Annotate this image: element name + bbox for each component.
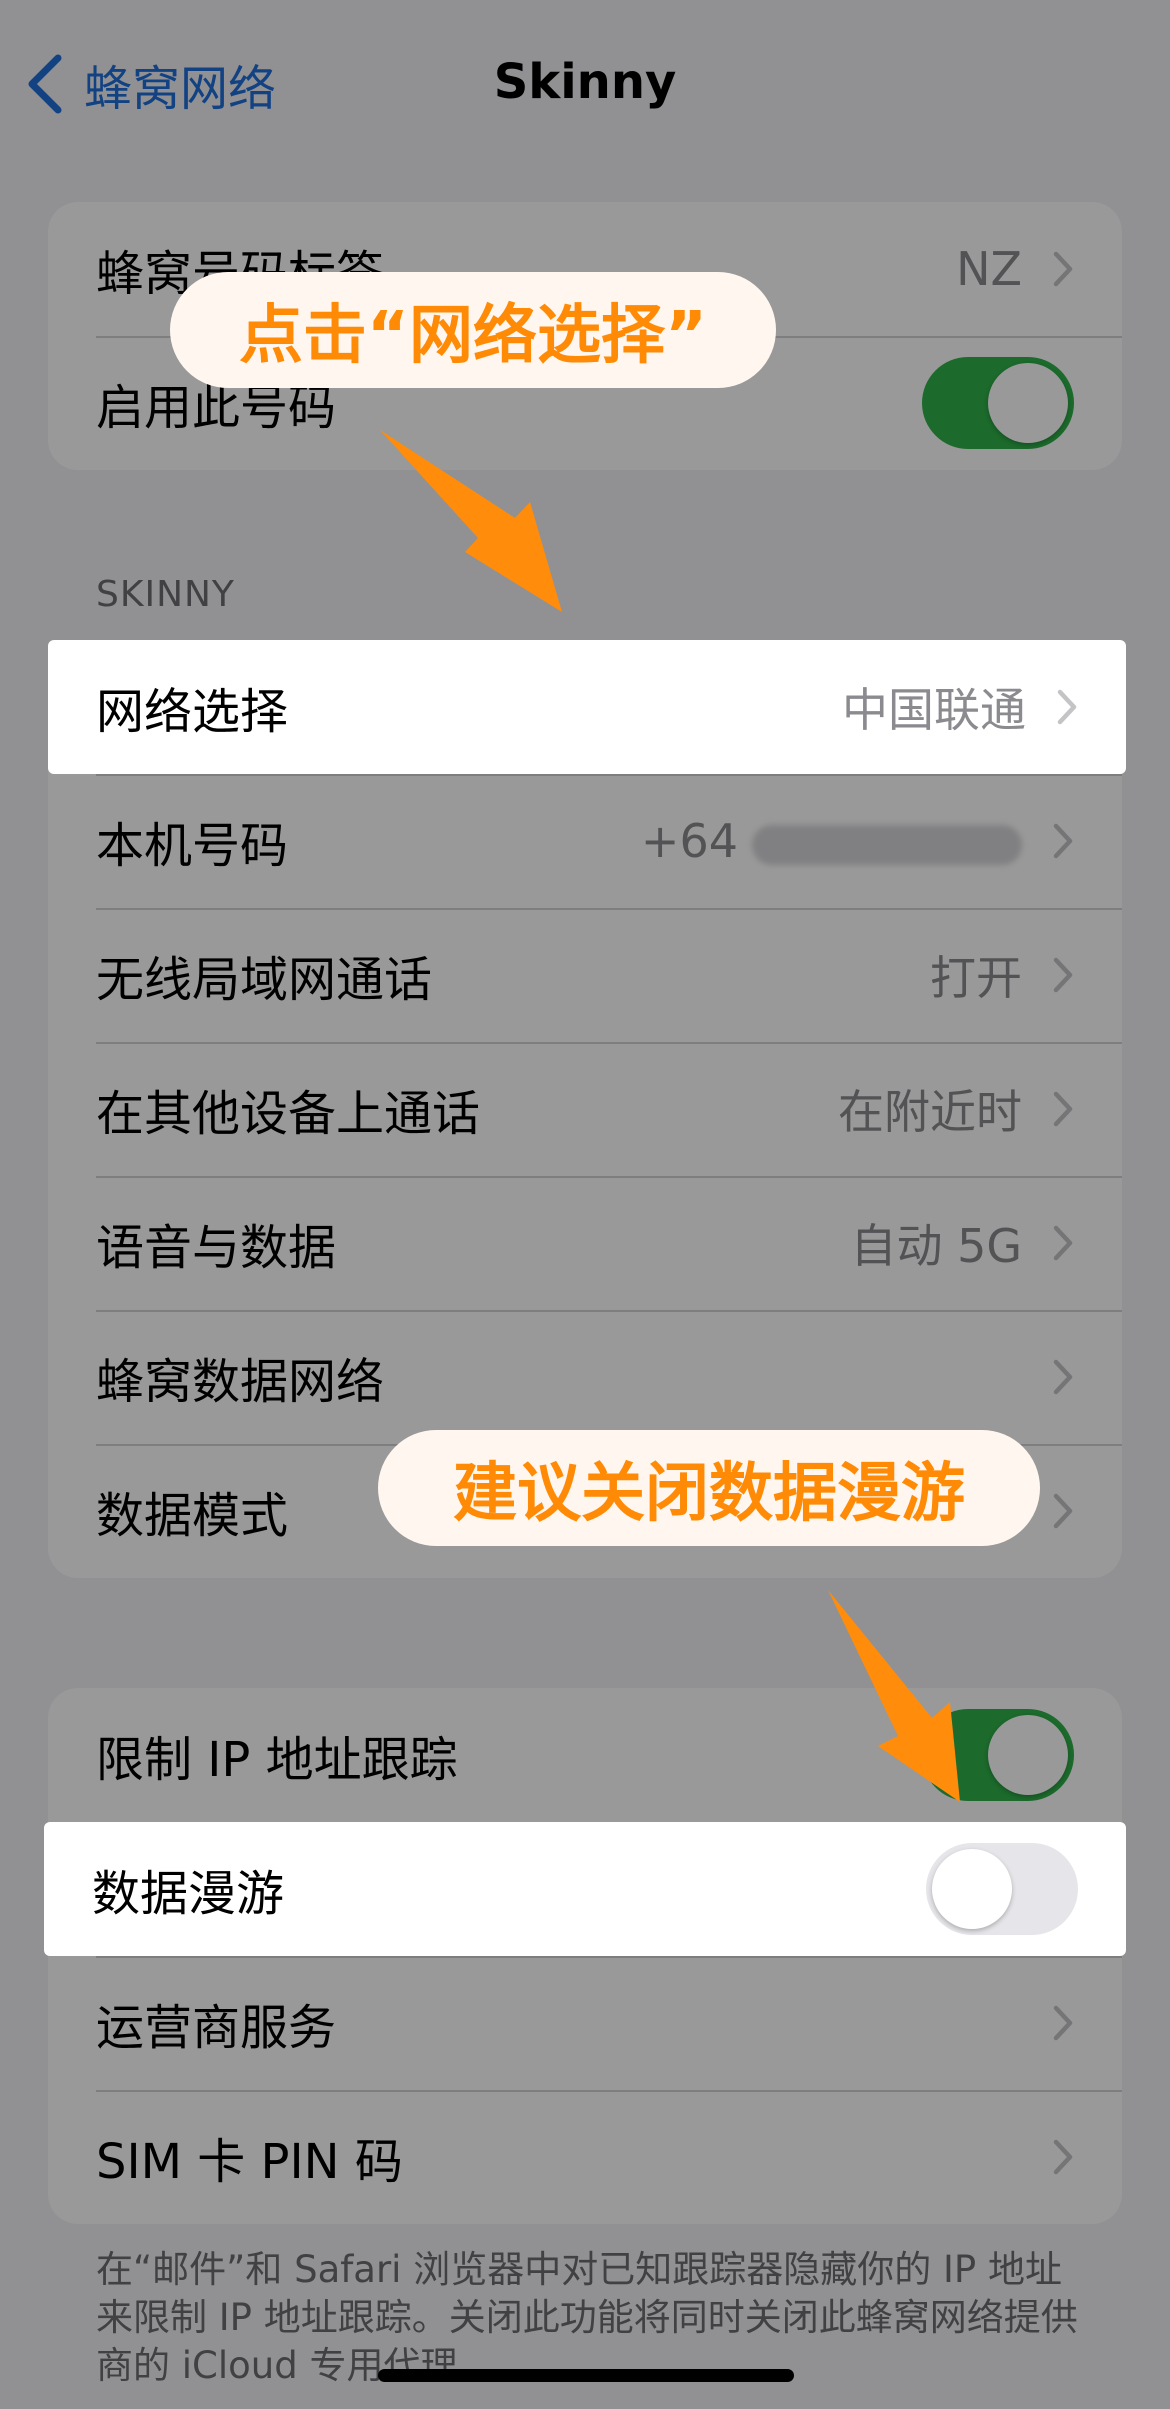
calls-other-devices-value: 在附近时 [838, 1085, 1022, 1139]
cellular-data-network-row[interactable]: 蜂窝数据网络 [48, 1310, 1122, 1444]
toggle-knob [932, 1849, 1012, 1929]
carrier-services-label: 运营商服务 [96, 2000, 337, 2056]
data-roaming-highlight: 数据漫游 [44, 1822, 1126, 1956]
wifi-calling-row[interactable]: 无线局域网通话 打开 [48, 908, 1122, 1042]
section-header: SKINNY [96, 574, 235, 615]
chevron-right-icon [1053, 823, 1073, 859]
chevron-right-icon [1057, 689, 1077, 725]
network-selection-highlight-label: 网络选择 [96, 684, 289, 740]
chevron-right-icon [1053, 1493, 1073, 1529]
my-number-label: 本机号码 [96, 818, 289, 874]
chevron-right-icon [1053, 1091, 1073, 1127]
number-label-value: NZ [956, 242, 1022, 296]
calls-other-devices-label: 在其他设备上通话 [96, 1086, 481, 1142]
arrow-down-right-icon [380, 430, 562, 612]
chevron-right-icon [1053, 957, 1073, 993]
callout-data-roaming: 建议关闭数据漫游 [378, 1430, 1040, 1546]
arrow-down-icon [828, 1590, 960, 1802]
toggle-knob [988, 363, 1068, 443]
redacted-number [752, 824, 1022, 865]
chevron-right-icon [1053, 2005, 1073, 2041]
cellular-data-network-label: 蜂窝数据网络 [96, 1354, 385, 1410]
chevron-right-icon [1053, 251, 1073, 287]
enable-number-toggle[interactable] [922, 357, 1074, 449]
sim-pin-label: SIM 卡 PIN 码 [96, 2134, 403, 2190]
data-roaming-label: 数据漫游 [92, 1866, 285, 1922]
callout-network-selection: 点击“网络选择” [170, 272, 776, 388]
page-title: Skinny [493, 54, 677, 110]
sim-pin-row[interactable]: SIM 卡 PIN 码 [48, 2090, 1122, 2224]
toggle-knob [988, 1715, 1068, 1795]
calls-other-devices-row[interactable]: 在其他设备上通话 在附近时 [48, 1042, 1122, 1176]
my-number-value: +64 [641, 814, 1022, 868]
voice-data-label: 语音与数据 [96, 1220, 337, 1276]
limit-ip-tracking-label: 限制 IP 地址跟踪 [96, 1732, 458, 1788]
voice-data-value: 自动 5G [850, 1219, 1022, 1273]
chevron-right-icon [1053, 1225, 1073, 1261]
chevron-right-icon [1053, 1359, 1073, 1395]
network-selection-highlight[interactable]: 网络选择 中国联通 [48, 640, 1126, 774]
chevron-right-icon [1053, 2139, 1073, 2175]
carrier-services-row[interactable]: 运营商服务 [48, 1956, 1122, 2090]
wifi-calling-label: 无线局域网通话 [96, 952, 433, 1008]
wifi-calling-value: 打开 [930, 951, 1022, 1005]
home-indicator [378, 2369, 794, 2382]
phone-prefix: +64 [640, 814, 738, 868]
network-selection-highlight-value: 中国联通 [842, 683, 1026, 737]
navigation-bar: 蜂窝网络 Skinny [0, 0, 1170, 170]
voice-data-row[interactable]: 语音与数据 自动 5G [48, 1176, 1122, 1310]
data-roaming-toggle[interactable] [926, 1843, 1078, 1935]
my-number-row[interactable]: 本机号码 +64 [48, 774, 1122, 908]
